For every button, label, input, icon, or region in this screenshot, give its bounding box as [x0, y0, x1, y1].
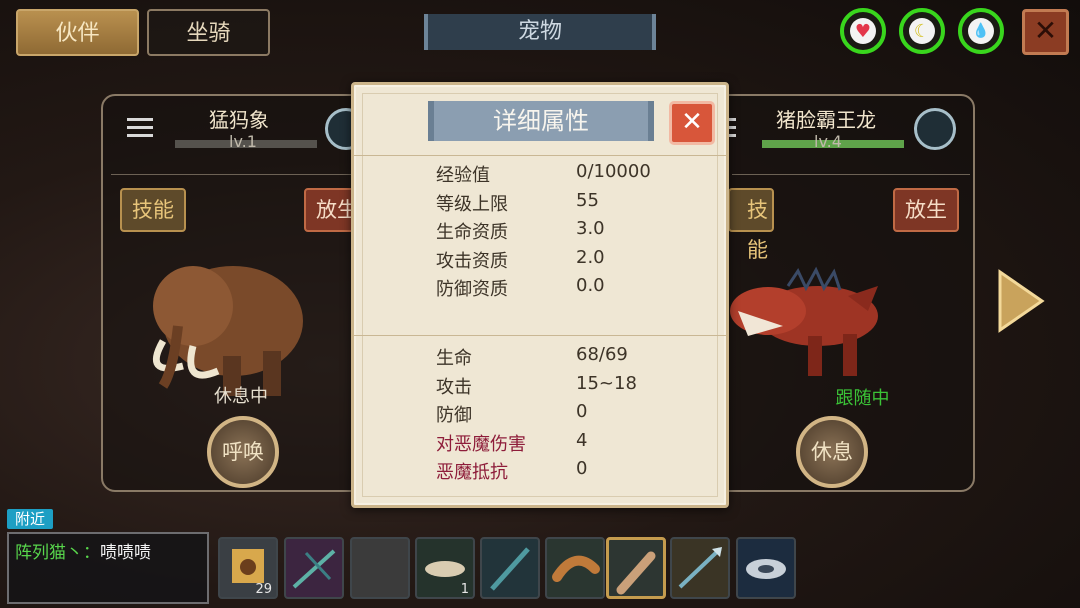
slot-disc[interactable]	[736, 537, 796, 599]
attr-value: 15~18	[576, 372, 637, 394]
page-title: 宠物	[424, 14, 656, 50]
attr-key: 经验值	[436, 165, 490, 186]
attr-value: 55	[576, 189, 599, 211]
chat-message: 啧啧啧	[100, 543, 151, 563]
attribute-dialog: 详细属性 ✕ 经验值 0/10000 等级上限 55 生命资质 3.0 攻击资质 2.0…	[351, 82, 729, 508]
slot-staff[interactable]	[480, 537, 540, 599]
close-button[interactable]: ✕	[1022, 9, 1069, 55]
top-bar: 伙伴 坐骑 宠物 ♥ ☾ 💧 ✕	[0, 0, 1080, 64]
spear-icon	[678, 547, 722, 589]
attr-row: 攻击 15~18	[436, 373, 637, 402]
attr-row: 恶魔抵抗 0	[436, 458, 637, 487]
attr-key: 生命资质	[436, 222, 508, 244]
heart-icon[interactable]: ♥	[840, 8, 886, 54]
attr-row: 对恶魔伤害 4	[436, 430, 637, 459]
summon-button[interactable]: 呼唤	[207, 416, 279, 488]
menu-icon[interactable]	[127, 118, 153, 140]
next-arrow-icon[interactable]	[996, 268, 1046, 334]
pet-card-right: 猪脸霸王龙 lv.4 技能 放生 跟随中 休息	[690, 94, 975, 492]
chat-box[interactable]: 阵列猫丶：啧啧啧	[7, 532, 209, 604]
banana-icon[interactable]: ☾	[899, 8, 945, 54]
pet-level: lv.1	[229, 132, 257, 151]
attr-value: 0	[576, 401, 588, 423]
club-icon	[616, 551, 656, 595]
sausage-icon	[552, 555, 600, 582]
chat-sender: 阵列猫丶：	[15, 543, 100, 563]
attribute-list-combat: 生命 68/69 攻击 15~18 防御 0 对恶魔伤害 4 恶魔抵抗 0	[436, 344, 637, 487]
pet-status: 休息中	[214, 386, 268, 407]
slot-bone-item[interactable]: 1	[415, 537, 475, 599]
tab-mount[interactable]: 坐骑	[147, 9, 270, 56]
attr-value: 4	[576, 429, 588, 451]
attr-key: 攻击资质	[436, 250, 508, 272]
slot-seed-bag[interactable]: 29	[218, 537, 278, 599]
attr-row: 生命 68/69	[436, 344, 637, 373]
item-count: 1	[460, 582, 469, 597]
swap-icon[interactable]	[914, 108, 956, 150]
crossbow-icon	[292, 549, 336, 589]
divider	[354, 155, 726, 156]
attr-key: 等级上限	[436, 193, 508, 215]
attr-value: 3.0	[576, 218, 605, 240]
trex-image	[730, 266, 878, 376]
pet-name: 猛犸象	[209, 108, 269, 132]
attr-value: 0/10000	[576, 161, 651, 182]
tab-companion[interactable]: 伙伴	[16, 9, 139, 56]
attribute-list-base: 经验值 0/10000 等级上限 55 生命资质 3.0 攻击资质 2.0 防御资质 0.…	[436, 161, 651, 304]
slot-empty[interactable]	[350, 537, 410, 599]
attr-row: 攻击资质 2.0	[436, 247, 651, 276]
divider	[354, 335, 726, 336]
attr-key: 对恶魔伤害	[436, 433, 526, 455]
divider	[732, 174, 970, 175]
slot-sausage[interactable]	[545, 537, 605, 599]
staff-icon	[490, 547, 530, 591]
pet-status: 跟随中	[835, 388, 890, 409]
attr-key: 恶魔抵抗	[436, 462, 508, 484]
attr-value: 0	[576, 458, 588, 480]
slot-spear[interactable]	[670, 537, 730, 599]
release-button[interactable]: 放生	[893, 188, 959, 232]
attr-key: 防御资质	[436, 279, 508, 301]
pet-level: lv.4	[814, 132, 842, 151]
attr-row: 防御资质 0.0	[436, 275, 651, 304]
attr-value: 2.0	[576, 246, 605, 268]
attr-row: 防御 0	[436, 401, 637, 430]
skill-button[interactable]: 技能	[120, 188, 186, 232]
chat-channel-tag[interactable]: 附近	[7, 509, 53, 529]
attr-key: 生命	[436, 348, 472, 369]
rest-button[interactable]: 休息	[796, 416, 868, 488]
disc-icon	[746, 559, 786, 579]
attr-value: 68/69	[576, 344, 628, 365]
water-drop-icon[interactable]: 💧	[958, 8, 1004, 54]
attr-row: 等级上限 55	[436, 190, 651, 219]
dialog-title: 详细属性	[428, 101, 654, 141]
skill-button[interactable]: 技能	[728, 188, 774, 262]
slot-crossbow[interactable]	[284, 537, 344, 599]
divider	[111, 174, 351, 175]
attr-key: 防御	[436, 405, 472, 427]
item-count: 29	[255, 582, 272, 597]
dialog-close-button[interactable]: ✕	[669, 101, 715, 145]
pet-name: 猪脸霸王龙	[776, 108, 876, 132]
attr-value: 0.0	[576, 275, 605, 297]
attr-key: 攻击	[436, 376, 472, 398]
slot-club[interactable]	[606, 537, 666, 599]
attr-row: 经验值 0/10000	[436, 161, 651, 190]
attr-row: 生命资质 3.0	[436, 218, 651, 247]
